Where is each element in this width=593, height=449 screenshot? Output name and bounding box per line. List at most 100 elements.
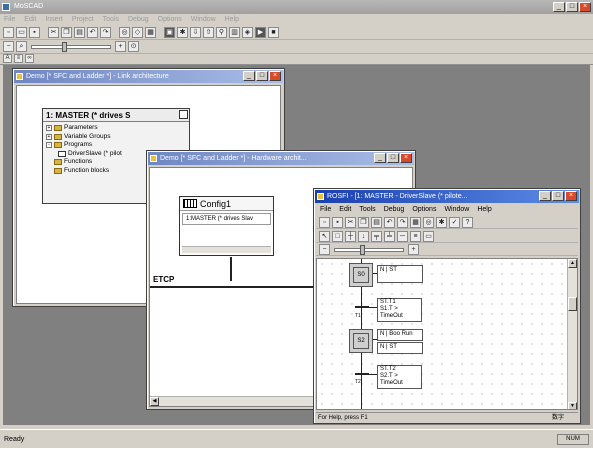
stop-icon[interactable]: ■ (268, 27, 279, 38)
maximize-icon[interactable]: □ (566, 2, 578, 12)
scroll-left-icon[interactable]: ◀ (150, 397, 159, 406)
copy-icon[interactable]: ❐ (61, 27, 72, 38)
resource-tree-title[interactable]: 1: MASTER (* drives S (43, 109, 189, 122)
sfc-transition-bar[interactable] (355, 373, 369, 375)
menu-file[interactable]: File (4, 14, 15, 26)
save-icon[interactable]: ▪ (332, 216, 343, 228)
sfc-action-box[interactable]: N | ST (377, 342, 423, 354)
jump-icon[interactable]: ↓ (358, 230, 369, 242)
menu-window[interactable]: Window (191, 14, 216, 26)
sfc-editor-window[interactable]: ROSFI - [1: MASTER - DriverSlave (* pilo… (313, 188, 581, 424)
menu-help[interactable]: Help (225, 14, 239, 26)
redo-icon[interactable]: ↷ (100, 27, 111, 38)
sfc-transition-bar[interactable] (355, 306, 369, 308)
zoom-fit-icon[interactable]: ⌕ (16, 41, 27, 52)
close-icon[interactable]: × (269, 71, 281, 81)
open-icon[interactable]: ▭ (16, 27, 27, 38)
scroll-up-icon[interactable]: ▲ (568, 259, 577, 268)
zoom-in-icon[interactable]: + (408, 244, 419, 255)
link-icon[interactable]: ─ (397, 230, 408, 242)
sfc-action-box[interactable]: N | ST (377, 265, 423, 283)
sfc-step-s2[interactable]: S2 (349, 329, 373, 353)
sfc-canvas[interactable]: S0 N | ST T1 ST.T1 S1.T > TimeOut S2 N |… (316, 258, 578, 410)
close-icon[interactable]: × (565, 191, 577, 201)
link-icon[interactable]: ∞ (25, 54, 34, 63)
tree-item-parameters[interactable]: + Parameters (46, 124, 186, 133)
replace-icon[interactable]: ◇ (132, 27, 143, 38)
compile-icon[interactable]: ✱ (436, 216, 447, 228)
minimize-icon[interactable]: _ (553, 2, 565, 12)
help-icon[interactable]: ? (462, 216, 473, 228)
new-icon[interactable]: ▫ (3, 27, 14, 38)
zoom-slider[interactable] (31, 41, 111, 52)
zoom-slider-knob[interactable] (62, 41, 67, 52)
minimize-icon[interactable]: _ (243, 71, 255, 81)
compile-icon[interactable]: ▣ (164, 27, 175, 38)
simulate-icon[interactable]: ◈ (242, 27, 253, 38)
tree-item-programs[interactable]: - Programs (46, 141, 186, 150)
tree-restore-icon[interactable] (179, 110, 188, 119)
menu-window[interactable]: Window (444, 204, 469, 215)
sfc-window-titlebar[interactable]: ROSFI - [1: MASTER - DriverSlave (* pilo… (315, 190, 579, 203)
close-icon[interactable]: × (579, 2, 591, 12)
save-icon[interactable]: ▪ (29, 27, 40, 38)
align-icon[interactable]: ≡ (14, 54, 23, 63)
transition-icon[interactable]: ┼ (345, 230, 356, 242)
close-icon[interactable]: × (400, 153, 412, 163)
cut-icon[interactable]: ✂ (48, 27, 59, 38)
print-icon[interactable]: ▦ (145, 27, 156, 38)
menu-options[interactable]: Options (158, 14, 182, 26)
menu-project[interactable]: Project (72, 14, 94, 26)
maximize-icon[interactable]: □ (256, 71, 268, 81)
divergence-icon[interactable]: ╤ (371, 230, 382, 242)
menu-edit[interactable]: Edit (24, 14, 36, 26)
check-icon[interactable]: ✓ (449, 216, 460, 228)
build-icon[interactable]: ✱ (177, 27, 188, 38)
sfc-action-box[interactable]: N | Boo Run (377, 329, 423, 341)
paste-icon[interactable]: ▤ (74, 27, 85, 38)
hardware-window-titlebar[interactable]: Demo [* SFC and Ladder *] - Hardware arc… (148, 152, 414, 165)
download-icon[interactable]: ⇩ (190, 27, 201, 38)
text-icon[interactable]: A (3, 54, 12, 63)
menu-help[interactable]: Help (477, 204, 491, 215)
sfc-zoom-slider-knob[interactable] (360, 244, 365, 255)
find-icon[interactable]: ◎ (423, 216, 434, 228)
expand-icon[interactable]: + (46, 125, 52, 132)
sfc-transition-condition[interactable]: ST.T2 S2.T > TimeOut (377, 365, 422, 389)
action-icon[interactable]: ▭ (423, 230, 434, 242)
config-hscroll[interactable] (182, 246, 271, 253)
scroll-thumb[interactable] (568, 297, 577, 311)
paste-icon[interactable]: ▤ (371, 216, 382, 228)
new-icon[interactable]: ▫ (319, 216, 330, 228)
upload-icon[interactable]: ⇧ (203, 27, 214, 38)
zoom-in-icon[interactable]: + (115, 41, 126, 52)
redo-icon[interactable]: ↷ (397, 216, 408, 228)
pointer-icon[interactable]: ↖ (319, 230, 330, 242)
maximize-icon[interactable]: □ (552, 191, 564, 201)
collapse-icon[interactable]: - (46, 142, 52, 149)
minimize-icon[interactable]: _ (374, 153, 386, 163)
sfc-step-s0[interactable]: S0 (349, 263, 373, 287)
menu-file[interactable]: File (320, 204, 331, 215)
link-window-titlebar[interactable]: Demo [* SFC and Ladder *] - Link archite… (14, 70, 283, 83)
step-icon[interactable]: □ (332, 230, 343, 242)
menu-edit[interactable]: Edit (339, 204, 351, 215)
sfc-vscroll[interactable]: ▲ ▼ (567, 259, 577, 409)
comment-icon[interactable]: ≡ (410, 230, 421, 242)
menu-options[interactable]: Options (412, 204, 436, 215)
minimize-icon[interactable]: _ (539, 191, 551, 201)
tree-item-variable-groups[interactable]: + Variable Groups (46, 133, 186, 142)
zoom-reset-icon[interactable]: ⊙ (128, 41, 139, 52)
undo-icon[interactable]: ↶ (384, 216, 395, 228)
monitor-icon[interactable]: ▥ (229, 27, 240, 38)
print-icon[interactable]: ▦ (410, 216, 421, 228)
expand-icon[interactable]: + (46, 133, 52, 140)
app-titlebar[interactable]: MoSCAD _ □ × (0, 0, 593, 14)
convergence-icon[interactable]: ╧ (384, 230, 395, 242)
config-title[interactable]: Config1 (180, 197, 273, 211)
cut-icon[interactable]: ✂ (345, 216, 356, 228)
find-icon[interactable]: ◎ (119, 27, 130, 38)
sfc-zoom-slider[interactable] (334, 244, 404, 255)
maximize-icon[interactable]: □ (387, 153, 399, 163)
menu-tools[interactable]: Tools (359, 204, 375, 215)
